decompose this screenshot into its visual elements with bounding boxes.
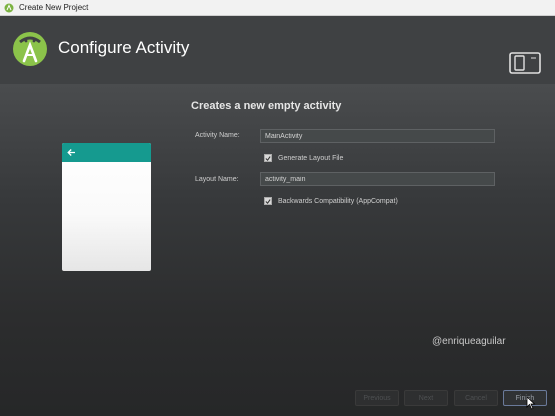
wizard-header: Configure Activity <box>0 16 555 84</box>
finish-button[interactable]: Finish <box>503 390 547 406</box>
window-title: Create New Project <box>19 3 89 12</box>
activity-name-input[interactable] <box>260 129 495 143</box>
android-studio-logo <box>12 31 48 67</box>
section-title: Creates a new empty activity <box>191 100 342 112</box>
cancel-button[interactable]: Cancel <box>454 390 498 406</box>
watermark: @enriqueaguilar <box>432 336 506 347</box>
activity-preview <box>62 143 151 271</box>
generate-layout-label: Generate Layout File <box>278 154 344 162</box>
backwards-compat-checkbox-row[interactable]: Backwards Compatibility (AppCompat) <box>264 197 398 205</box>
previous-button[interactable]: Previous <box>355 390 399 406</box>
android-studio-icon <box>4 3 14 13</box>
preview-appbar <box>62 143 151 162</box>
backwards-compat-checkbox[interactable] <box>264 197 272 205</box>
activity-name-label: Activity Name: <box>195 132 240 139</box>
layout-name-input[interactable] <box>260 172 495 186</box>
layout-name-label: Layout Name: <box>195 176 239 183</box>
generate-layout-checkbox[interactable] <box>264 154 272 162</box>
arrow-left-icon <box>67 144 76 162</box>
next-button[interactable]: Next <box>404 390 448 406</box>
window-titlebar: Create New Project <box>0 0 555 16</box>
mouse-cursor-icon <box>526 396 536 410</box>
page-title: Configure Activity <box>58 38 190 57</box>
backwards-compat-label: Backwards Compatibility (AppCompat) <box>278 197 398 205</box>
generate-layout-checkbox-row[interactable]: Generate Layout File <box>264 154 343 162</box>
device-tablet-phone-icon <box>509 52 541 76</box>
